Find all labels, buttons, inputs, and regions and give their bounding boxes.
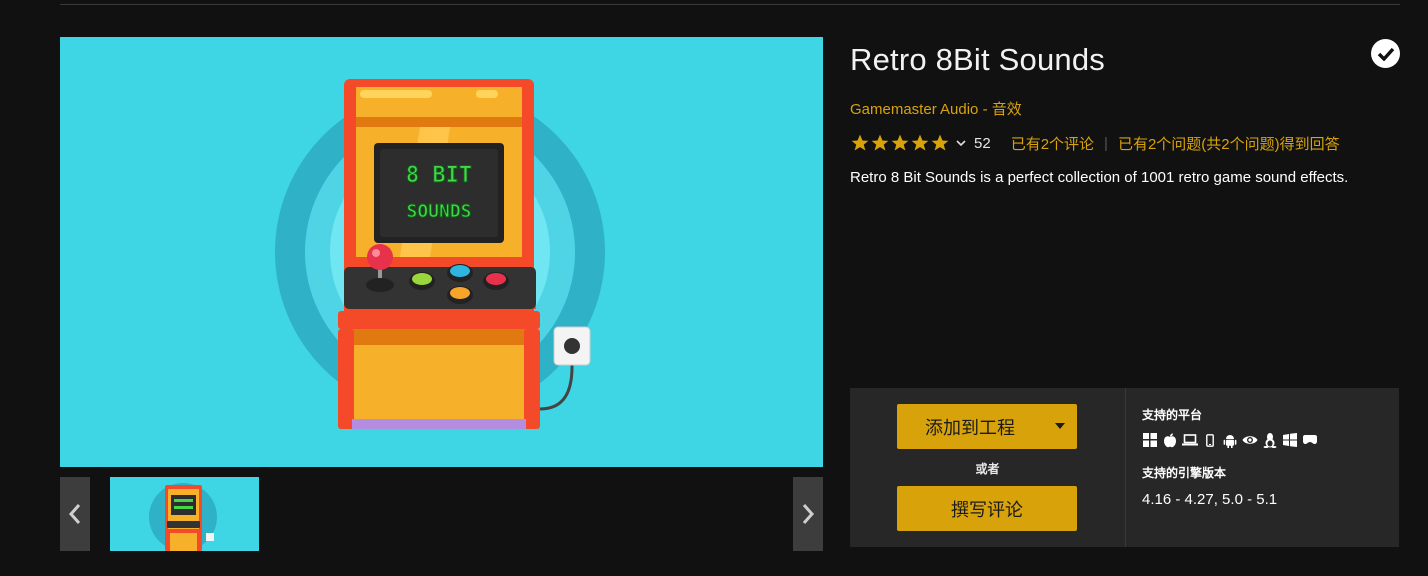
chevron-down-icon[interactable]: [956, 139, 966, 147]
thumbnail-1[interactable]: [110, 477, 259, 551]
dropdown-arrow-icon[interactable]: [1055, 423, 1065, 429]
engine-versions-title: 支持的引擎版本: [1142, 466, 1227, 480]
link-divider: |: [1104, 134, 1108, 152]
rating-row: 52 已有2个评论 | 已有2个问题(共2个问题)得到回答: [850, 132, 1340, 154]
rating-count: 52: [974, 134, 991, 152]
chevron-left-icon: [68, 504, 81, 524]
laptop-icon: [1182, 432, 1198, 448]
linux-icon: [1262, 432, 1278, 448]
star-icon: [891, 134, 909, 151]
vr-headset-icon: [1302, 432, 1318, 448]
write-review-button[interactable]: 撰写评论: [897, 486, 1077, 531]
screen-text-line1: 8 BIT: [406, 163, 472, 188]
add-to-project-label: 添加到工程: [925, 417, 1015, 438]
questions-link[interactable]: 已有2个问题(共2个问题)得到回答: [1118, 133, 1340, 154]
category-link[interactable]: 音效: [992, 101, 1022, 118]
hero-image[interactable]: 8 BIT SOUNDS: [60, 37, 823, 467]
thumbnail-strip: [60, 477, 823, 551]
top-divider: [60, 4, 1400, 5]
android-icon: [1222, 432, 1238, 448]
eye-icon: [1242, 432, 1258, 448]
byline: Gamemaster Audio - 音效: [850, 98, 1022, 119]
product-description: Retro 8 Bit Sounds is a perfect collecti…: [850, 169, 1349, 186]
star-icon: [871, 134, 889, 151]
chevron-right-icon: [802, 504, 815, 524]
windows-store-icon: [1282, 432, 1298, 448]
star-icon: [931, 134, 949, 151]
platform-icons: [1142, 432, 1322, 448]
windows-icon: [1142, 432, 1158, 448]
action-panel-left: 添加到工程 或者 撰写评论: [850, 388, 1126, 547]
reviews-link[interactable]: 已有2个评论: [1011, 133, 1094, 154]
platforms-title: 支持的平台: [1142, 408, 1203, 422]
star-icon: [851, 134, 869, 151]
mobile-icon: [1202, 432, 1218, 448]
byline-separator: -: [978, 101, 992, 118]
product-title: Retro 8Bit Sounds: [850, 42, 1105, 77]
seller-link[interactable]: Gamemaster Audio: [850, 101, 978, 118]
screen-text-line2: SOUNDS: [406, 201, 471, 222]
star-rating[interactable]: [850, 133, 950, 153]
or-label: 或者: [975, 462, 1000, 476]
owned-check-icon[interactable]: [1371, 39, 1400, 68]
action-panel: 添加到工程 或者 撰写评论 支持的平台 支持的引擎版本 4.16 - 4.27,…: [850, 388, 1399, 547]
arcade-cabinet-illustration: 8 BIT SOUNDS: [275, 79, 605, 429]
prev-image-button[interactable]: [60, 477, 90, 551]
apple-icon: [1162, 432, 1178, 448]
thumbnail-arcade-icon: [149, 483, 217, 551]
star-icon: [911, 134, 929, 151]
engine-versions: 4.16 - 4.27, 5.0 - 5.1: [1142, 491, 1278, 508]
next-image-button[interactable]: [793, 477, 823, 551]
add-to-project-button[interactable]: 添加到工程: [897, 404, 1077, 449]
